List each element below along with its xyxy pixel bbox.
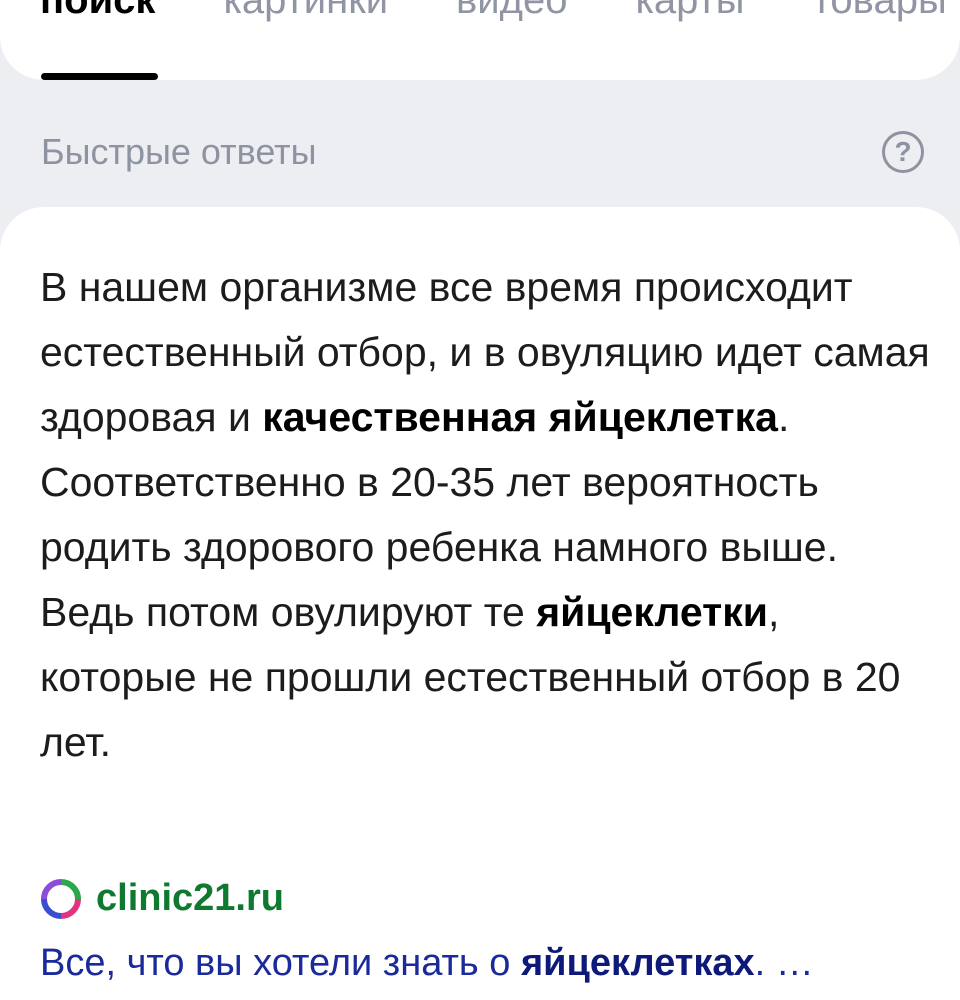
link-text: Все, что вы хотели знать о	[40, 942, 521, 984]
tab-search[interactable]: поиск	[40, 0, 155, 20]
source-site[interactable]: clinic21.ru	[40, 877, 284, 920]
answer-highlight: яйцеклетки	[536, 589, 768, 635]
section-title: Быстрые ответы	[41, 131, 317, 172]
active-tab-indicator	[41, 73, 158, 80]
link-tail: . …	[754, 942, 814, 984]
tab-images[interactable]: картинки	[223, 0, 388, 20]
tab-video[interactable]: видео	[456, 0, 567, 20]
source-domain[interactable]: clinic21.ru	[96, 877, 284, 920]
link-highlight: яйцеклетках	[520, 942, 755, 984]
answer-text: В нашем организме все время происходит е…	[40, 255, 930, 775]
search-tabs-bar: поиск картинки видео карты товары	[0, 0, 960, 80]
tab-maps[interactable]: карты	[635, 0, 744, 20]
page: поиск картинки видео карты товары Быстры…	[0, 0, 960, 1000]
tabs-list: поиск картинки видео карты товары	[40, 0, 960, 20]
help-icon[interactable]: ?	[882, 131, 924, 173]
answer-highlight: качественная яйцеклетка	[262, 394, 778, 440]
source-article-link[interactable]: Все, что вы хотели знать о яйцеклетках. …	[40, 942, 940, 985]
quick-answer-card: В нашем организме все время происходит е…	[0, 207, 960, 1000]
quick-answers-header: Быстрые ответы ?	[41, 128, 924, 176]
clinic-favicon-icon	[41, 878, 81, 919]
tab-products[interactable]: товары	[813, 0, 947, 20]
